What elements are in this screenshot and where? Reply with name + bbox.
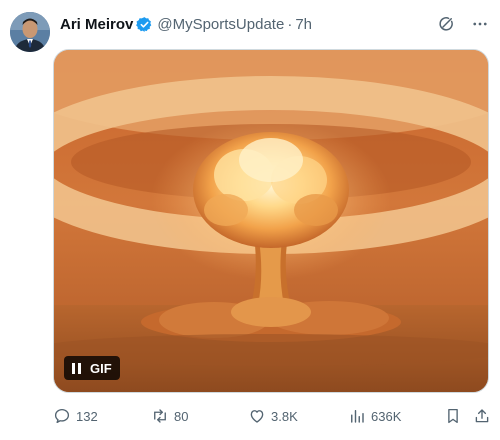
media-gif[interactable]: GIF: [53, 49, 489, 393]
header-actions: [436, 14, 490, 34]
share-icon: [475, 409, 489, 423]
like-count: 3.8K: [271, 408, 298, 424]
separator: ·: [287, 15, 293, 33]
repost-icon: [154, 409, 166, 423]
views-icon: [351, 410, 364, 423]
author-name[interactable]: Ari Meirov: [60, 16, 133, 33]
more-icon[interactable]: [470, 14, 490, 34]
views-count: 636K: [371, 408, 402, 424]
grok-icon[interactable]: [436, 14, 456, 34]
reply-icon: [54, 408, 70, 424]
author-handle[interactable]: @MySportsUpdate: [157, 16, 284, 33]
like-icon: [250, 410, 264, 423]
bookmark-icon: [448, 408, 458, 424]
like-button[interactable]: 3.8K: [248, 407, 298, 425]
bookmark-button[interactable]: [444, 407, 462, 425]
tweet-actions: 132 80 3.8K 636K: [53, 404, 489, 428]
gif-label: GIF: [90, 360, 112, 376]
repost-button[interactable]: 80: [151, 407, 188, 425]
timestamp[interactable]: 7h: [295, 16, 312, 33]
share-button[interactable]: [473, 407, 491, 425]
views-button[interactable]: 636K: [348, 407, 401, 425]
repost-count: 80: [174, 408, 189, 424]
verified-icon[interactable]: [136, 16, 153, 33]
tweet-header: Ari Meirov @MySportsUpdate · 7h: [60, 14, 490, 34]
pause-icon[interactable]: [72, 362, 81, 374]
explosion-image: [54, 50, 488, 392]
avatar[interactable]: [10, 12, 50, 52]
reply-button[interactable]: 132: [53, 407, 98, 425]
reply-count: 132: [76, 408, 98, 424]
gif-badge[interactable]: GIF: [64, 356, 120, 380]
